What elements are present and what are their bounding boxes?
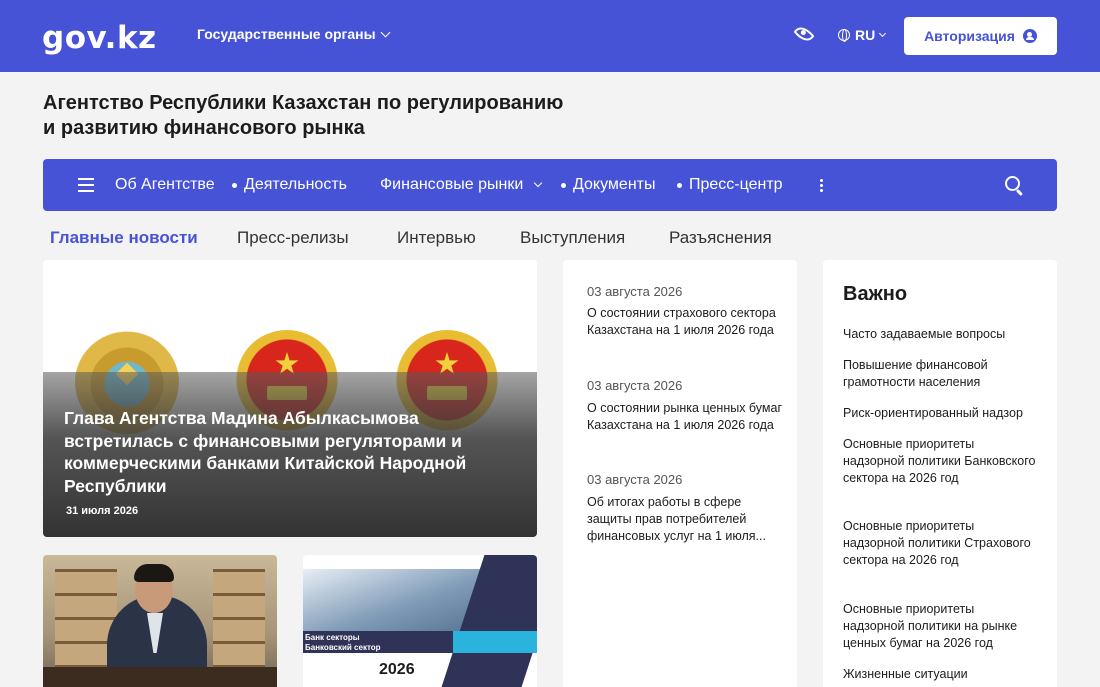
tab-main-news[interactable]: Главные новости (50, 228, 198, 248)
bank-sector-label: Банк секторы Банковский сектор (305, 633, 381, 653)
chevron-down-icon (534, 178, 543, 188)
top-bar: gov.kz Государственные органы RU Авториз… (0, 0, 1100, 72)
search-icon[interactable] (1005, 176, 1020, 191)
bullet-icon (232, 182, 237, 188)
tab-press-releases[interactable]: Пресс-релизы (237, 228, 349, 248)
hero-news-date: 31 июля 2026 (66, 505, 139, 517)
bullet-icon (561, 182, 566, 188)
person-hair-image (134, 564, 174, 582)
bookshelf-image (213, 569, 265, 669)
important-title: Важно (843, 283, 908, 305)
nav-item-press-center[interactable]: Пресс-центр (677, 176, 783, 194)
hero-news-card[interactable]: Глава Агентства Мадина Абылкасымова встр… (43, 260, 537, 537)
gov-organs-dropdown[interactable]: Государственные органы (197, 26, 391, 42)
page-title: Агентство Республики Казахстан по регули… (43, 91, 643, 141)
bank-sector-label-kz: Банк секторы (305, 633, 360, 642)
news-link[interactable]: О состоянии страхового сектора Казахстан… (587, 305, 787, 339)
user-icon (1022, 29, 1037, 43)
chevron-down-icon (879, 29, 887, 37)
nav-item-documents[interactable]: Документы (561, 176, 655, 194)
nav-item-label: Об Агентстве (115, 176, 215, 193)
language-label: RU (855, 27, 876, 43)
eye-icon[interactable] (793, 23, 815, 45)
more-vertical-icon[interactable] (820, 178, 823, 192)
tab-interviews[interactable]: Интервью (397, 228, 476, 248)
news-date: 03 августа 2026 (587, 378, 683, 393)
decor-stripe-accent (453, 631, 537, 653)
globe-icon (838, 29, 850, 42)
site-logo[interactable]: gov.kz (42, 20, 157, 56)
tab-explanations[interactable]: Разъяснения (669, 228, 772, 248)
nav-item-activity[interactable]: Деятельность (232, 176, 347, 194)
nav-item-financial-markets[interactable]: Финансовые рынки (380, 176, 543, 194)
nav-item-label: Документы (573, 176, 656, 193)
news-date: 03 августа 2026 (587, 284, 683, 299)
nav-item-label: Деятельность (244, 176, 347, 193)
news-link[interactable]: Об итогах работы в сфере защиты прав пот… (587, 494, 787, 545)
nav-item-about[interactable]: Об Агентстве (115, 176, 215, 194)
page-title-line1: Агентство Республики Казахстан по регули… (43, 92, 564, 114)
nav-item-label: Финансовые рынки (380, 176, 524, 193)
important-link[interactable]: Основные приоритеты надзорной политики н… (843, 601, 1038, 652)
news-card-banking[interactable]: Банк секторы Банковский сектор 2026 (303, 555, 537, 687)
bank-sector-label-ru: Банковский сектор (305, 643, 381, 652)
important-link[interactable]: Основные приоритеты надзорной политики С… (843, 518, 1038, 569)
news-link[interactable]: О состоянии рынка ценных бумаг Казахстан… (587, 400, 787, 434)
important-link[interactable]: Повышение финансовой грамотности населен… (843, 357, 1038, 391)
desk-image (43, 667, 277, 687)
gov-organs-label: Государственные органы (197, 26, 376, 42)
news-list: 03 августа 2026 О состоянии страхового с… (563, 260, 797, 687)
login-button-label: Авторизация (924, 28, 1015, 44)
tab-speeches[interactable]: Выступления (520, 228, 625, 248)
menu-icon[interactable] (78, 178, 94, 192)
login-button[interactable]: Авторизация (904, 17, 1057, 55)
main-nav: Об Агентстве Деятельность Финансовые рын… (43, 159, 1057, 211)
important-link[interactable]: Жизненные ситуации (843, 666, 1038, 683)
hero-news-title: Глава Агентства Мадина Абылкасымова встр… (64, 408, 467, 496)
important-link[interactable]: Основные приоритеты надзорной политики Б… (843, 436, 1038, 487)
news-date: 03 августа 2026 (587, 472, 683, 487)
bullet-icon (677, 182, 682, 188)
important-panel: Важно Часто задаваемые вопросы Повышение… (823, 260, 1057, 687)
page-title-line2: и развитию финансового рынка (43, 117, 365, 139)
important-link[interactable]: Часто задаваемые вопросы (843, 326, 1038, 343)
news-card-photo[interactable] (43, 555, 277, 687)
language-selector[interactable]: RU (838, 27, 887, 43)
nav-item-label: Пресс-центр (689, 176, 783, 193)
chevron-down-icon (380, 27, 391, 37)
important-link[interactable]: Риск-ориентированный надзор (843, 405, 1038, 422)
bank-card-year: 2026 (379, 661, 415, 678)
